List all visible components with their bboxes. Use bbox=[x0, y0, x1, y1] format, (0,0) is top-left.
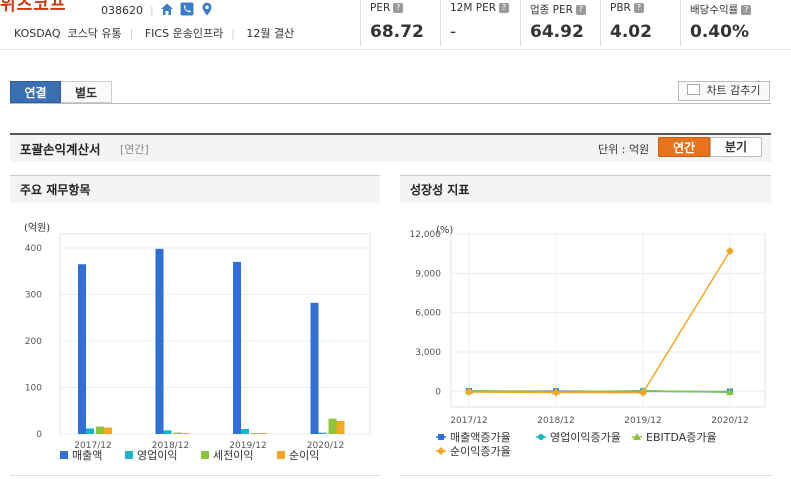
header-icons bbox=[160, 2, 214, 16]
y-tick-label: 300 bbox=[25, 290, 42, 300]
bar-4 bbox=[259, 433, 267, 434]
market-sector: 코스닥 유통 bbox=[67, 27, 122, 40]
unit-label: 단위 : 억원 bbox=[598, 143, 650, 156]
settlement-month: 12월 결산 bbox=[246, 27, 295, 40]
chart-icon bbox=[687, 84, 701, 95]
bar-3 bbox=[251, 433, 259, 434]
right-panel-title: 성장성 지표 bbox=[400, 175, 771, 203]
bar-3 bbox=[328, 418, 337, 434]
help-icon[interactable]: ? bbox=[575, 5, 586, 15]
fics-sector: FICS 운송인프라 bbox=[144, 27, 224, 40]
legend-swatch bbox=[201, 451, 209, 459]
plot-area bbox=[59, 233, 371, 435]
financial-items-bar-chart: (억원)01002003004002017/12 2018/12 2019/12 20… bbox=[24, 222, 371, 462]
bar-3 bbox=[173, 432, 182, 434]
bar-1 bbox=[78, 264, 86, 434]
legend-label: 영업이익 bbox=[137, 449, 177, 462]
tab-separate[interactable]: 별도 bbox=[61, 81, 112, 103]
header-divider bbox=[0, 49, 791, 50]
x-tick-label: 2018/12 bbox=[537, 416, 574, 426]
legend-swatch bbox=[60, 451, 68, 459]
y-tick-label: 100 bbox=[25, 383, 42, 393]
plot-area bbox=[450, 233, 766, 408]
y-tick-label: 6,000 bbox=[415, 309, 441, 319]
legend-marker bbox=[538, 434, 544, 440]
annual-button[interactable]: 연간 bbox=[658, 137, 710, 157]
y-tick-label: 3,000 bbox=[415, 348, 441, 358]
legend-label: 영업이익증가율 bbox=[550, 431, 621, 444]
legend-label: 순이익 bbox=[289, 449, 319, 462]
bar-1 bbox=[233, 261, 241, 434]
metric-per: PER? 68.72 bbox=[360, 0, 441, 46]
bar-4 bbox=[336, 420, 345, 434]
y-tick-label: 400 bbox=[25, 244, 42, 254]
y-tick-label: 9,000 bbox=[415, 269, 441, 279]
help-icon[interactable]: ? bbox=[741, 5, 752, 15]
home-icon[interactable] bbox=[160, 2, 174, 16]
phone-icon[interactable] bbox=[180, 2, 194, 16]
help-icon[interactable]: ? bbox=[633, 3, 644, 13]
x-tick-label: 2020/12 bbox=[711, 416, 748, 426]
legend-label: EBITDA증가율 bbox=[646, 431, 717, 444]
help-icon[interactable]: ? bbox=[393, 3, 404, 13]
metric-dividend-yield: 배당수익률? 0.40% bbox=[680, 0, 791, 46]
panel-bottom-border bbox=[10, 475, 380, 476]
bar-2 bbox=[318, 432, 327, 434]
legend-marker bbox=[438, 434, 444, 440]
metric-industry-per: 업종 PER? 64.92 bbox=[520, 0, 601, 46]
section-title: 포괄손익계산서 bbox=[20, 142, 101, 157]
bar-1 bbox=[155, 248, 164, 434]
section-subtitle: [연간] bbox=[120, 143, 149, 156]
market-label: KOSDAQ bbox=[14, 27, 61, 40]
left-panel-title: 주요 재무항목 bbox=[10, 175, 380, 203]
bar-4 bbox=[181, 433, 190, 434]
company-info-line: KOSDAQ 코스닥 유통 | FICS 운송인프라 | 12월 결산 bbox=[14, 27, 295, 40]
legend-label: 순이익증가율 bbox=[450, 445, 511, 458]
y-tick-label: 12,000 bbox=[410, 230, 442, 240]
y-axis-unit: (억원) bbox=[24, 222, 50, 234]
quarter-button[interactable]: 분기 bbox=[710, 137, 762, 157]
y-tick-label: 0 bbox=[36, 430, 42, 440]
y-tick-label: 200 bbox=[25, 337, 42, 347]
legend-label: 세전이익 bbox=[213, 449, 253, 462]
tab-consolidated[interactable]: 연결 bbox=[10, 81, 61, 103]
x-tick-label: 2019/12 bbox=[624, 416, 661, 426]
tab-divider bbox=[10, 103, 771, 104]
help-icon[interactable]: ? bbox=[499, 3, 510, 13]
bar-2 bbox=[86, 428, 94, 434]
x-tick-label: 2017/12 bbox=[450, 416, 487, 426]
legend-label: 매출액증가율 bbox=[450, 431, 511, 444]
location-icon[interactable] bbox=[200, 2, 214, 16]
stock-code: 038620 | bbox=[101, 4, 154, 17]
metric-pbr: PBR? 4.02 bbox=[600, 0, 681, 46]
growth-indicators-line-chart: (%)03,0006,0009,00012,0002017/12 2018/12 2… bbox=[410, 225, 766, 458]
legend-marker bbox=[437, 447, 445, 455]
legend-swatch bbox=[277, 451, 285, 459]
bar-2 bbox=[241, 428, 249, 434]
legend-swatch bbox=[125, 451, 133, 459]
panel-bottom-border bbox=[400, 475, 771, 476]
bar-3 bbox=[96, 426, 104, 434]
bar-1 bbox=[310, 302, 319, 434]
hide-chart-button[interactable]: 차트 감추기 bbox=[678, 81, 770, 101]
bar-4 bbox=[104, 427, 112, 434]
bar-2 bbox=[163, 430, 172, 434]
legend-label: 매출액 bbox=[72, 449, 102, 462]
y-tick-label: 0 bbox=[435, 387, 441, 397]
company-name[interactable]: 위즈코프 bbox=[0, 0, 67, 15]
metric-12m-per: 12M PER? - bbox=[440, 0, 521, 46]
